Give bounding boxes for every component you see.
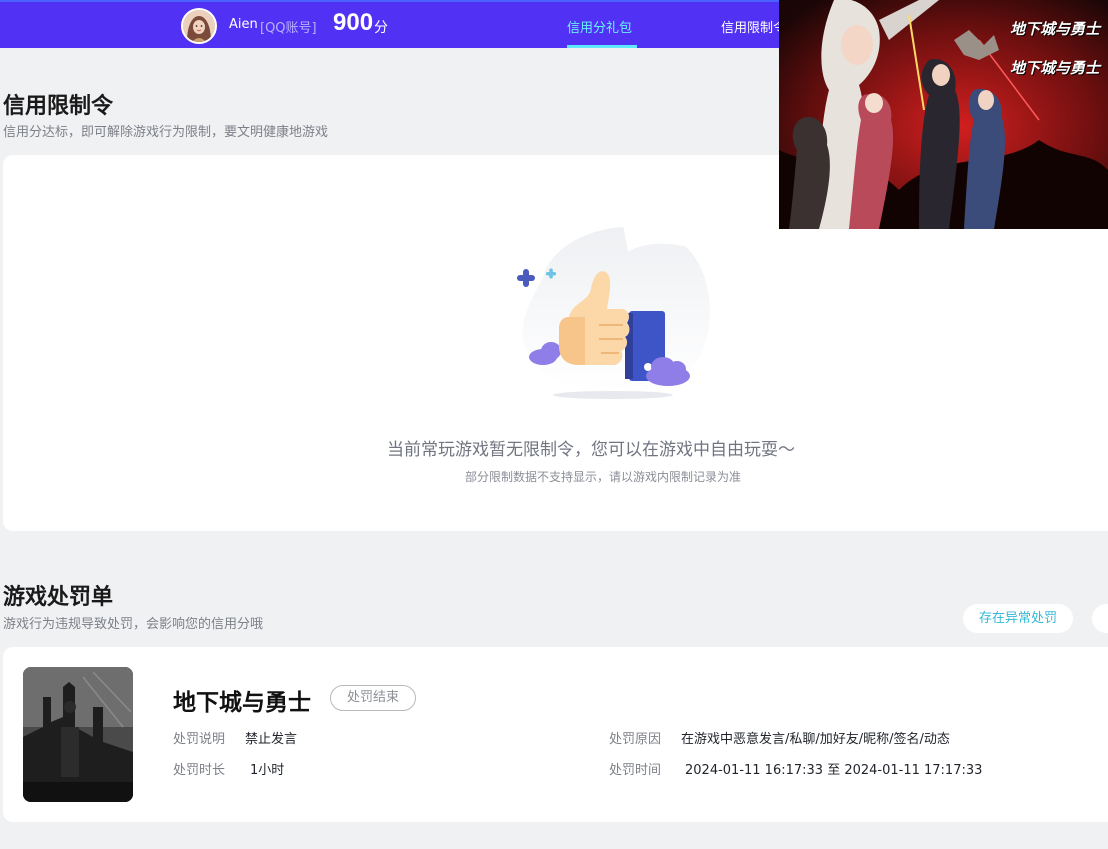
game-logo-top: 地下城与勇士 [1009, 20, 1100, 38]
penalty-reason-label: 处罚原因 [609, 732, 662, 747]
active-tab-indicator [567, 45, 637, 48]
empty-state-note: 部分限制数据不支持显示，请以游戏内限制记录为准 [465, 470, 742, 484]
penalty-desc-value: 禁止发言 [245, 732, 298, 747]
credit-score-unit: 分 [374, 20, 388, 36]
penalty-reason-value: 在游戏中恶意发言/私聊/加好友/昵称/签名/动态 [681, 732, 950, 747]
penalty-time-label: 处罚时间 [609, 763, 662, 778]
abnormal-penalty-button[interactable]: 存在异常处罚 [963, 604, 1073, 633]
game-promo-video-overlay[interactable]: 地下城与勇士 地下城与勇士 [779, 0, 1108, 229]
user-name: Aien [229, 17, 258, 32]
penalty-desc-label: 处罚说明 [173, 732, 226, 747]
restriction-section-title: 信用限制令 [3, 94, 114, 119]
penalty-status-badge: 处罚结束 [330, 685, 416, 711]
tab-credit-gift[interactable]: 信用分礼包 [567, 17, 632, 36]
credit-score: 900 [333, 9, 374, 36]
tab-credit-restriction[interactable]: 信用限制令 [721, 17, 786, 36]
game-logo-bottom: 地下城与勇士 [1009, 59, 1100, 77]
empty-state-message: 当前常玩游戏暂无限制令，您可以在游戏中自由玩耍～ [387, 440, 795, 460]
penalty-record-card[interactable]: 地下城与勇士 处罚结束 处罚说明 禁止发言 处罚时长 1小时 处罚原因 在游戏中… [3, 647, 1108, 822]
penalty-section-subtitle: 游戏行为违规导致处罚，会影响您的信用分哦 [3, 617, 264, 632]
thumbs-up-illustration [503, 217, 723, 407]
penalty-duration-label: 处罚时长 [173, 763, 226, 778]
secondary-filter-button[interactable] [1092, 604, 1108, 633]
user-avatar[interactable] [181, 8, 217, 44]
game-name: 地下城与勇士 [173, 690, 311, 716]
penalty-duration-value: 1小时 [250, 763, 285, 778]
penalty-section-title: 游戏处罚单 [3, 585, 114, 610]
account-type: [QQ账号] [260, 21, 317, 36]
restriction-section-subtitle: 信用分达标，即可解除游戏行为限制，要文明健康地游戏 [3, 125, 329, 140]
penalty-time-value: 2024-01-11 16:17:33 至 2024-01-11 17:17:3… [685, 763, 983, 778]
game-cover-image [23, 667, 133, 802]
